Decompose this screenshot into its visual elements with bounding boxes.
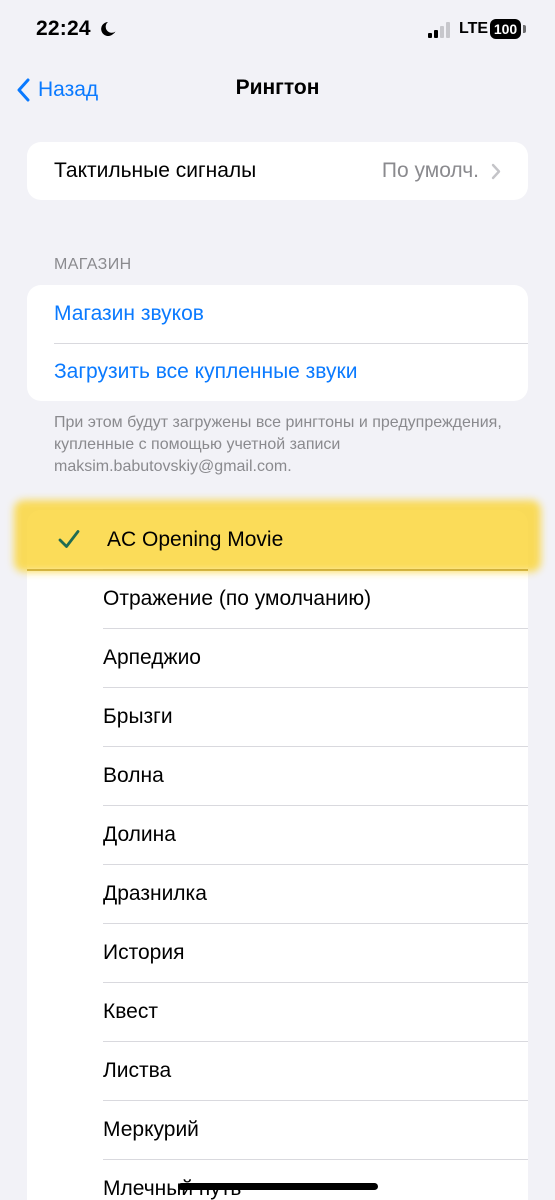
- download-purchased-link[interactable]: Загрузить все купленные звуки: [27, 343, 528, 401]
- network-type: LTE: [459, 20, 489, 37]
- ringtone-row[interactable]: Млечный путь: [27, 1159, 528, 1200]
- haptics-value: По умолч.: [381, 159, 479, 182]
- ringtone-row[interactable]: Квест: [27, 982, 528, 1041]
- cellular-signal-icon: [428, 22, 450, 38]
- haptics-label: Тактильные сигналы: [54, 159, 257, 182]
- ringtone-row[interactable]: Дразнилка: [27, 864, 528, 923]
- ringtone-list: Отражение (по умолчанию) Арпеджио Брызги…: [27, 510, 528, 1200]
- battery-level: 100: [490, 19, 521, 39]
- selected-ringtone-label: AC Opening Movie: [107, 527, 284, 551]
- checkmark-icon: [58, 530, 80, 548]
- status-bar: 22:24 LTE 100: [0, 0, 555, 62]
- ringtone-row[interactable]: Отражение (по умолчанию): [27, 569, 528, 628]
- ringtone-row[interactable]: История: [27, 923, 528, 982]
- haptics-value-wrap: По умолч.: [382, 159, 501, 183]
- store-footer-note: При этом будут загружены все рингтоны и …: [54, 414, 502, 475]
- ringtone-row[interactable]: Волна: [27, 746, 528, 805]
- tone-store-link[interactable]: Магазин звуков: [27, 285, 528, 343]
- status-time: 22:24: [36, 17, 91, 40]
- chevron-right-icon: [491, 163, 501, 179]
- ringtone-row[interactable]: Меркурий: [27, 1100, 528, 1159]
- store-group: Магазин звуков Загрузить все купленные з…: [27, 285, 528, 401]
- battery-icon: 100: [490, 19, 526, 39]
- ringtone-row[interactable]: Брызги: [27, 687, 528, 746]
- page-title: Рингтон: [235, 76, 320, 99]
- store-section-header: МАГАЗИН: [54, 256, 132, 273]
- ringtone-row[interactable]: Арпеджио: [27, 628, 528, 687]
- home-indicator[interactable]: [178, 1183, 378, 1190]
- moon-icon: [101, 22, 116, 36]
- ringtone-row-selected[interactable]: AC Opening Movie: [27, 510, 528, 569]
- haptics-row[interactable]: Тактильные сигналы По умолч.: [27, 142, 528, 200]
- ringtone-row[interactable]: Долина: [27, 805, 528, 864]
- battery-tip: [523, 25, 526, 33]
- haptics-group: Тактильные сигналы По умолч.: [27, 142, 528, 200]
- selection-underline: [27, 569, 528, 571]
- ringtone-row[interactable]: Листва: [27, 1041, 528, 1100]
